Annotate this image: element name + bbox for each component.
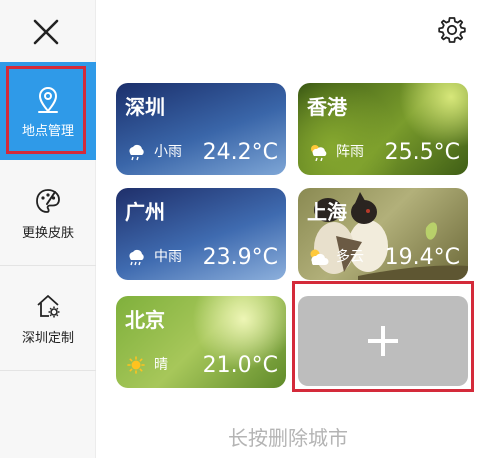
sidebar-item-label: 深圳定制 (21, 331, 74, 346)
weather-condition: 多云 (336, 249, 364, 265)
sidebar-item-shenzhen-custom[interactable]: 深圳定制 (0, 267, 96, 371)
gear-icon (438, 17, 466, 43)
temperature: 19.4°C (384, 245, 460, 270)
sidebar-item-label: 地点管理 (21, 123, 74, 139)
temperature: 25.5°C (384, 140, 460, 165)
close-icon (33, 19, 59, 45)
city-card-guangzhou[interactable]: 广州 中雨 23.9°C (116, 188, 286, 280)
sidebar-item-location-management[interactable]: 地点管理 (0, 62, 96, 160)
city-name: 香港 (307, 95, 347, 119)
moderate-rain-icon (129, 249, 144, 266)
city-name: 北京 (125, 308, 165, 332)
sunny-icon (127, 356, 145, 374)
add-city-button[interactable] (298, 296, 468, 386)
weather-condition: 晴 (154, 357, 168, 373)
temperature: 24.2°C (202, 140, 278, 165)
settings-button[interactable] (436, 14, 468, 46)
temperature: 21.0°C (202, 353, 278, 378)
weather-condition: 中雨 (154, 249, 182, 265)
partly-cloudy-icon (310, 249, 329, 265)
close-button[interactable] (28, 14, 64, 50)
sidebar: 地点管理 更换皮肤 深圳定制 (0, 0, 96, 458)
shower-icon (311, 145, 327, 161)
city-card-hongkong[interactable]: 香港 阵雨 25.5°C (298, 83, 468, 175)
city-card-beijing[interactable]: 北京 晴 21.0°C (116, 296, 286, 388)
city-name: 深圳 (125, 95, 165, 119)
city-card-shenzhen[interactable]: 深圳 小雨 24.2°C (116, 83, 286, 175)
sidebar-item-label: 更换皮肤 (21, 226, 74, 241)
city-name: 广州 (125, 200, 165, 224)
light-rain-icon (129, 144, 144, 161)
city-name: 上海 (307, 200, 347, 224)
delete-city-hint: 长按删除城市 (228, 426, 348, 450)
home-gear-icon (33, 291, 63, 321)
weather-condition: 小雨 (154, 144, 182, 160)
city-card-shanghai[interactable]: 上海 多云 19.4°C (298, 188, 468, 280)
location-pin-icon (33, 84, 63, 114)
sidebar-item-change-skin[interactable]: 更换皮肤 (0, 162, 96, 266)
weather-condition: 阵雨 (336, 144, 364, 160)
palette-icon (33, 186, 63, 216)
temperature: 23.9°C (202, 245, 278, 270)
